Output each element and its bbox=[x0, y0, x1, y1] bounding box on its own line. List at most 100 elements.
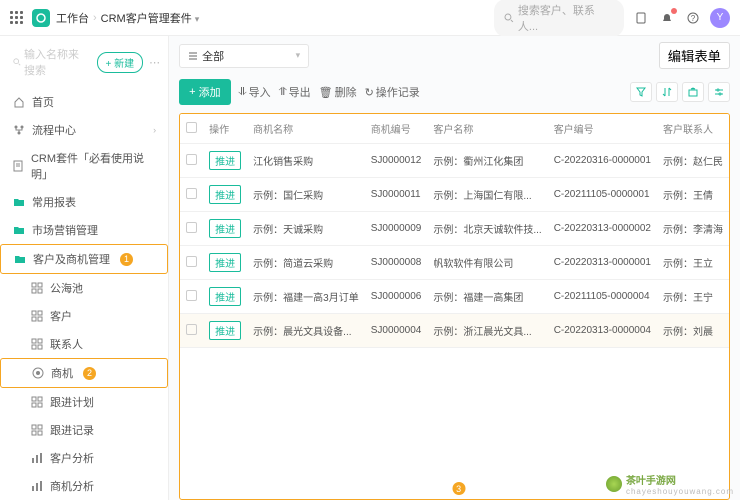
table-row[interactable]: 推进示例：晨光文具设备...SJ0000004示例：浙江晨光文具...C-202… bbox=[180, 314, 729, 348]
list-icon bbox=[188, 51, 198, 61]
cell-code: SJ0000011 bbox=[365, 178, 428, 212]
push-button[interactable]: 推进 bbox=[209, 151, 241, 170]
col-header-2: 商机名称 bbox=[247, 114, 365, 144]
push-button[interactable]: 推进 bbox=[209, 321, 241, 340]
view-selector[interactable]: 全部 ▾ bbox=[179, 44, 309, 68]
filter-icon[interactable] bbox=[630, 82, 652, 102]
push-button[interactable]: 推进 bbox=[209, 185, 241, 204]
export-button[interactable]: ⥣ 导出 bbox=[279, 84, 311, 100]
import-button[interactable]: ⥥ 导入 bbox=[239, 84, 271, 100]
col-header-0 bbox=[180, 114, 203, 144]
cell-name: 江化销售采购 bbox=[247, 144, 365, 178]
apps-grid-icon[interactable] bbox=[10, 11, 24, 25]
sidebar-item-label: 首页 bbox=[32, 94, 54, 110]
sidebar-item-9[interactable]: 商机2 bbox=[0, 358, 168, 388]
row-checkbox[interactable] bbox=[186, 324, 197, 335]
cell-contact: 示例：王立 bbox=[657, 246, 729, 280]
cell-ccode: C-20211105-0000004 bbox=[548, 280, 657, 314]
push-button[interactable]: 推进 bbox=[209, 287, 241, 306]
sidebar-item-2[interactable]: CRM套件「必看使用说明」 bbox=[0, 144, 168, 188]
chevron-down-icon: ▾ bbox=[296, 50, 301, 61]
col-header-4: 客户名称 bbox=[427, 114, 547, 144]
sidebar-item-label: 公海池 bbox=[50, 280, 83, 296]
cell-contact: 示例：李清海 bbox=[657, 212, 729, 246]
row-checkbox[interactable] bbox=[186, 290, 197, 301]
sidebar-item-label: 跟进记录 bbox=[50, 422, 94, 438]
sidebar-item-1[interactable]: 流程中心› bbox=[0, 116, 168, 144]
new-button[interactable]: + 新建 bbox=[97, 52, 144, 73]
chevron-right-icon: › bbox=[153, 125, 156, 135]
sidebar-item-5[interactable]: 客户及商机管理1 bbox=[0, 244, 168, 274]
row-checkbox[interactable] bbox=[186, 188, 197, 199]
cell-code: SJ0000012 bbox=[365, 144, 428, 178]
cell-ccode: C-20220313-0000004 bbox=[548, 314, 657, 348]
help-icon[interactable]: ? bbox=[684, 9, 702, 27]
push-button[interactable]: 推进 bbox=[209, 253, 241, 272]
sidebar-item-6[interactable]: 公海池 bbox=[0, 274, 168, 302]
table-row[interactable]: 推进江化销售采购SJ0000012示例：衢州江化集团C-20220316-000… bbox=[180, 144, 729, 178]
cell-contact: 示例：赵仁民 bbox=[657, 144, 729, 178]
table-row[interactable]: 推进示例：天诚采购SJ0000009示例：北京天诚软件技...C-2022031… bbox=[180, 212, 729, 246]
target-icon bbox=[31, 366, 45, 380]
sidebar-item-0[interactable]: 首页 bbox=[0, 88, 168, 116]
doc-icon bbox=[12, 159, 25, 173]
sidebar-search[interactable]: 输入名称来搜索 bbox=[8, 42, 91, 82]
bell-icon[interactable] bbox=[658, 9, 676, 27]
table-row[interactable]: 推进示例：简道云采购SJ0000008帆软软件有限公司C-20220313-00… bbox=[180, 246, 729, 280]
grid-icon bbox=[30, 423, 44, 437]
chart-icon bbox=[30, 479, 44, 493]
add-button[interactable]: +添加 bbox=[179, 79, 230, 105]
sidebar-item-label: 常用报表 bbox=[32, 194, 76, 210]
cell-contact: 示例：王宁 bbox=[657, 280, 729, 314]
checkbox-all[interactable] bbox=[186, 122, 197, 133]
edit-form-button[interactable]: 编辑表单 bbox=[659, 42, 730, 69]
callout-badge-2: 2 bbox=[83, 367, 96, 380]
sidebar-item-4[interactable]: 市场营销管理 bbox=[0, 216, 168, 244]
row-checkbox[interactable] bbox=[186, 222, 197, 233]
cell-cust: 示例：衢州江化集团 bbox=[427, 144, 547, 178]
sidebar-item-label: 商机分析 bbox=[50, 478, 94, 494]
cell-code: SJ0000004 bbox=[365, 314, 428, 348]
cell-contact: 示例：王倩 bbox=[657, 178, 729, 212]
share-icon[interactable] bbox=[682, 82, 704, 102]
grid-icon bbox=[30, 337, 44, 351]
cell-ccode: C-20220313-0000001 bbox=[548, 246, 657, 280]
sidebar-item-12[interactable]: 客户分析 bbox=[0, 444, 168, 472]
view-label: 全部 bbox=[202, 48, 224, 64]
breadcrumb-app[interactable]: CRM客户管理套件 bbox=[101, 10, 200, 26]
sidebar-item-label: 客户 bbox=[50, 308, 72, 324]
row-checkbox[interactable] bbox=[186, 256, 197, 267]
callout-badge-1: 1 bbox=[120, 253, 133, 266]
delete-button[interactable]: 🗑 删除 bbox=[319, 84, 357, 100]
svg-text:?: ? bbox=[691, 14, 696, 23]
breadcrumb-workspace[interactable]: 工作台 bbox=[56, 10, 89, 26]
user-avatar[interactable]: Y bbox=[710, 8, 730, 28]
watermark-logo bbox=[606, 476, 622, 492]
table-row[interactable]: 推进示例：福建一高3月订单SJ0000006示例：福建一高集团C-2021110… bbox=[180, 280, 729, 314]
sort-icon[interactable] bbox=[656, 82, 678, 102]
sidebar-item-label: 市场营销管理 bbox=[32, 222, 98, 238]
sidebar-item-10[interactable]: 跟进计划 bbox=[0, 388, 168, 416]
notebook-icon[interactable] bbox=[632, 9, 650, 27]
sidebar-item-label: 客户分析 bbox=[50, 450, 94, 466]
global-search[interactable]: 搜索客户、联系人... bbox=[494, 0, 624, 37]
sidebar-item-3[interactable]: 常用报表 bbox=[0, 188, 168, 216]
cell-name: 示例：国仁采购 bbox=[247, 178, 365, 212]
sidebar-item-label: CRM套件「必看使用说明」 bbox=[31, 150, 156, 182]
cell-cust: 帆软软件有限公司 bbox=[427, 246, 547, 280]
table-row[interactable]: 推进示例：国仁采购SJ0000011示例：上海国仁有限...C-20211105… bbox=[180, 178, 729, 212]
sidebar-item-8[interactable]: 联系人 bbox=[0, 330, 168, 358]
settings-icon[interactable] bbox=[708, 82, 730, 102]
breadcrumb-separator: › bbox=[93, 12, 97, 24]
log-button[interactable]: ↻ 操作记录 bbox=[365, 84, 420, 100]
col-header-6: 客户联系人 bbox=[657, 114, 729, 144]
sidebar-item-label: 联系人 bbox=[50, 336, 83, 352]
search-placeholder: 搜索客户、联系人... bbox=[518, 2, 614, 34]
more-icon[interactable]: ⋯ bbox=[149, 56, 160, 69]
sidebar-item-11[interactable]: 跟进记录 bbox=[0, 416, 168, 444]
cell-cust: 示例：浙江晨光文具... bbox=[427, 314, 547, 348]
sidebar-item-7[interactable]: 客户 bbox=[0, 302, 168, 330]
row-checkbox[interactable] bbox=[186, 154, 197, 165]
sidebar-item-13[interactable]: 商机分析 bbox=[0, 472, 168, 500]
push-button[interactable]: 推进 bbox=[209, 219, 241, 238]
